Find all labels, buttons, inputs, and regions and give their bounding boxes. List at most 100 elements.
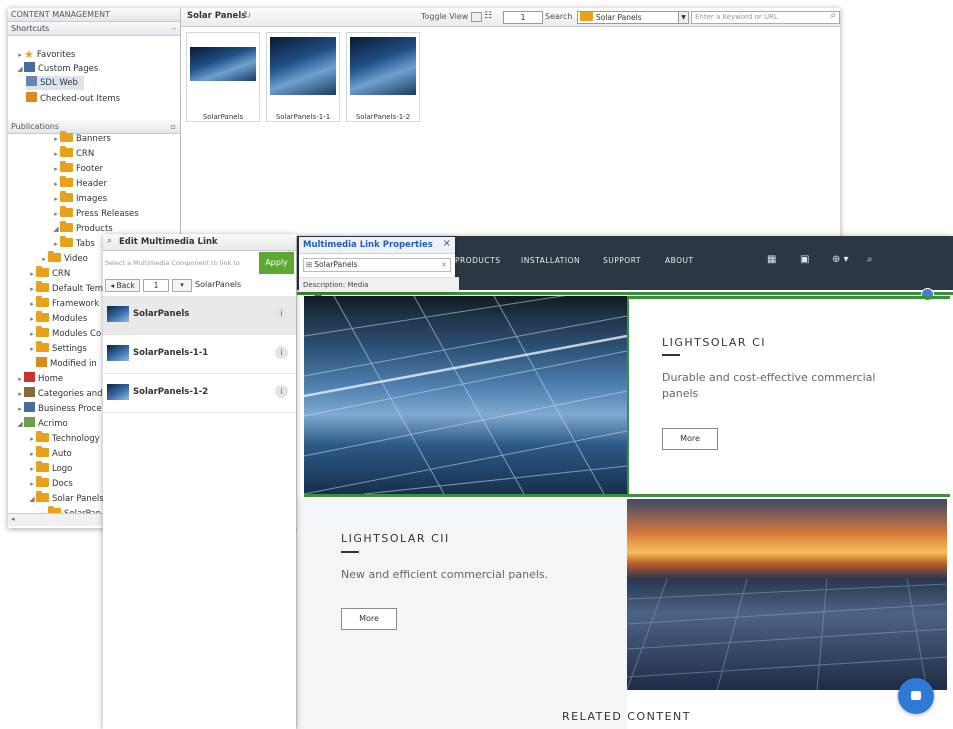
tree-item-checked-out[interactable]: Checked-out Items (26, 92, 120, 106)
refresh-icon[interactable]: ↻ (243, 10, 251, 21)
publication-tree-item[interactable]: ▸ Press Releases (52, 206, 139, 221)
tree-item-custom-pages[interactable]: ◢ Custom Pages (16, 62, 98, 76)
publication-tree-item[interactable]: ▸ Categories and (16, 387, 103, 401)
publication-tree-item[interactable]: ▸ Modules Co (28, 326, 101, 341)
expand-icon[interactable]: ▸ (16, 48, 24, 62)
expand-icon[interactable]: ▸ (28, 432, 36, 446)
expand-icon[interactable]: ▸ (28, 282, 36, 296)
solar-panel-image-1[interactable] (304, 296, 627, 494)
publication-tree-item[interactable]: ▸ Home (16, 372, 63, 386)
expand-icon[interactable]: ▸ (28, 447, 36, 461)
expand-icon[interactable]: ▸ (28, 342, 36, 356)
info-icon[interactable]: i (275, 307, 288, 320)
collapse-icon[interactable]: – (172, 22, 176, 35)
grid-icon[interactable]: ▦ (767, 254, 776, 265)
expand-icon[interactable]: ▸ (16, 387, 24, 401)
publication-tree-item[interactable]: ▸ Docs (28, 476, 73, 491)
expand-icon[interactable]: ▸ (28, 312, 36, 326)
publication-tree-item[interactable]: ▸ Tabs (52, 236, 95, 251)
multimedia-item[interactable]: SolarPanels-1-1 i (103, 335, 296, 374)
nav-link-products[interactable]: PRODUCTS (455, 256, 500, 265)
expand-icon[interactable]: ▸ (28, 462, 36, 476)
folder-icon (60, 206, 73, 217)
tree-item-favorites[interactable]: ▸ ★ Favorites (16, 48, 75, 62)
region-handle-icon[interactable] (921, 288, 934, 301)
nav-link-installation[interactable]: INSTALLATION (521, 256, 580, 265)
process-icon (24, 402, 35, 412)
collapse-icon[interactable]: ◢ (52, 222, 60, 236)
expand-icon[interactable]: ▸ (52, 162, 60, 176)
expand-icon[interactable]: ▸ (28, 297, 36, 311)
expand-icon[interactable]: ▸ (28, 477, 36, 491)
publication-tree-item[interactable]: ▸ Images (52, 191, 107, 206)
globe-icon[interactable]: ⊕ ▾ (832, 254, 849, 265)
publication-tree-item[interactable]: ▸ Default Tem (28, 281, 103, 296)
publication-tree-item[interactable]: ▸ CRN (28, 266, 70, 281)
clear-icon[interactable]: × (441, 259, 447, 271)
shortcuts-header[interactable]: Shortcuts – (8, 22, 180, 36)
chat-button[interactable] (898, 678, 934, 714)
publication-tree-item[interactable]: ▸ Banners (52, 131, 111, 146)
tree-item-sdl-web[interactable]: SDL Web (26, 76, 84, 90)
publication-tree-item[interactable]: ▸ CRN (52, 146, 94, 161)
keyword-search-input[interactable]: Enter a Keyword or URL (691, 11, 840, 24)
multimedia-item[interactable]: SolarPanels-1-2 i (103, 374, 296, 413)
apply-button[interactable]: Apply (259, 252, 294, 274)
expand-icon[interactable]: ▸ (52, 207, 60, 221)
pager[interactable]: 1 (503, 11, 543, 24)
publication-tree-item[interactable]: ▸ Logo (28, 461, 72, 476)
collapse-icon[interactable]: ◢ (28, 492, 36, 506)
collapse-icon[interactable]: ◢ (16, 417, 24, 431)
publication-tree-item[interactable]: ▸ Modules (28, 311, 87, 326)
expand-icon[interactable]: ▸ (28, 267, 36, 281)
publication-tree-item[interactable]: ◢ Acrimo (16, 417, 68, 431)
grid-view-icon[interactable]: ☷ (484, 11, 492, 21)
expand-icon[interactable]: ▸ (52, 177, 60, 191)
expand-icon[interactable]: ▸ (28, 327, 36, 341)
multimedia-item[interactable]: SolarPanels i (103, 296, 296, 335)
thumbnail-item[interactable]: SolarPanels (186, 32, 260, 122)
publication-tree-item[interactable]: Modified in (28, 357, 97, 371)
publication-tree-item[interactable]: ▸ Video (40, 251, 88, 266)
info-icon[interactable]: i (275, 385, 288, 398)
scroll-left-icon[interactable]: ◂ (11, 515, 15, 523)
search-icon[interactable]: ⌕ (867, 254, 873, 265)
expand-icon[interactable]: ▸ (40, 252, 48, 266)
publication-tree-item[interactable]: ▸ Footer (52, 161, 103, 176)
nav-link-support[interactable]: SUPPORT (603, 256, 641, 265)
expand-icon[interactable]: ▸ (16, 402, 24, 416)
page-icon[interactable]: ▣ (800, 254, 809, 265)
solar-panel-image-2[interactable] (627, 499, 947, 690)
card2-more-button[interactable]: More (341, 608, 397, 630)
link-value-field[interactable]: ⊞ SolarPanels × (303, 258, 451, 272)
search-icon[interactable]: ⌕ (830, 10, 836, 21)
filter-dropdown-icon[interactable]: ▾ (172, 279, 192, 292)
nav-link-about[interactable]: ABOUT (665, 256, 694, 265)
expand-icon[interactable]: ▸ (52, 237, 60, 251)
page-select[interactable]: 1 (143, 279, 169, 292)
card1-more-button[interactable]: More (662, 428, 718, 450)
info-icon[interactable]: i (275, 346, 288, 359)
expand-icon[interactable]: ▸ (52, 132, 60, 146)
thumbnail-item[interactable]: SolarPanels-1-2 (346, 32, 420, 122)
thumbnail-item[interactable]: SolarPanels-1-1 (266, 32, 340, 122)
publication-tree-item[interactable]: ▸ Business Proce (16, 402, 102, 416)
publication-tree-item[interactable]: ▸ Header (52, 176, 107, 191)
publication-tree-item[interactable]: ▸ Settings (28, 341, 87, 356)
back-button[interactable]: ◂ Back (105, 279, 140, 292)
publication-tree-item[interactable]: ▸ Framework (28, 296, 99, 311)
search-scope-select[interactable]: Solar Panels (577, 11, 679, 24)
collapse-icon[interactable]: ◢ (16, 62, 24, 76)
list-view-icon[interactable] (471, 12, 482, 22)
expand-icon[interactable]: ▸ (52, 192, 60, 206)
publication-tree-item[interactable]: ▸ Technology (28, 431, 100, 446)
collapse-icon[interactable]: ▫ (171, 120, 176, 133)
close-icon[interactable]: × (443, 238, 451, 249)
component-select-input[interactable]: Select a Multimedia Component to link to (103, 252, 259, 274)
chevron-down-icon[interactable]: ▼ (678, 11, 689, 24)
publication-tree-item[interactable]: ▸ Auto (28, 446, 72, 461)
publication-tree-item[interactable]: ◢ Solar Panels (28, 491, 104, 506)
expand-icon[interactable]: ▸ (16, 372, 24, 386)
expand-icon[interactable]: ▸ (52, 147, 60, 161)
edit-link-title: Edit Multimedia Link (119, 237, 218, 247)
